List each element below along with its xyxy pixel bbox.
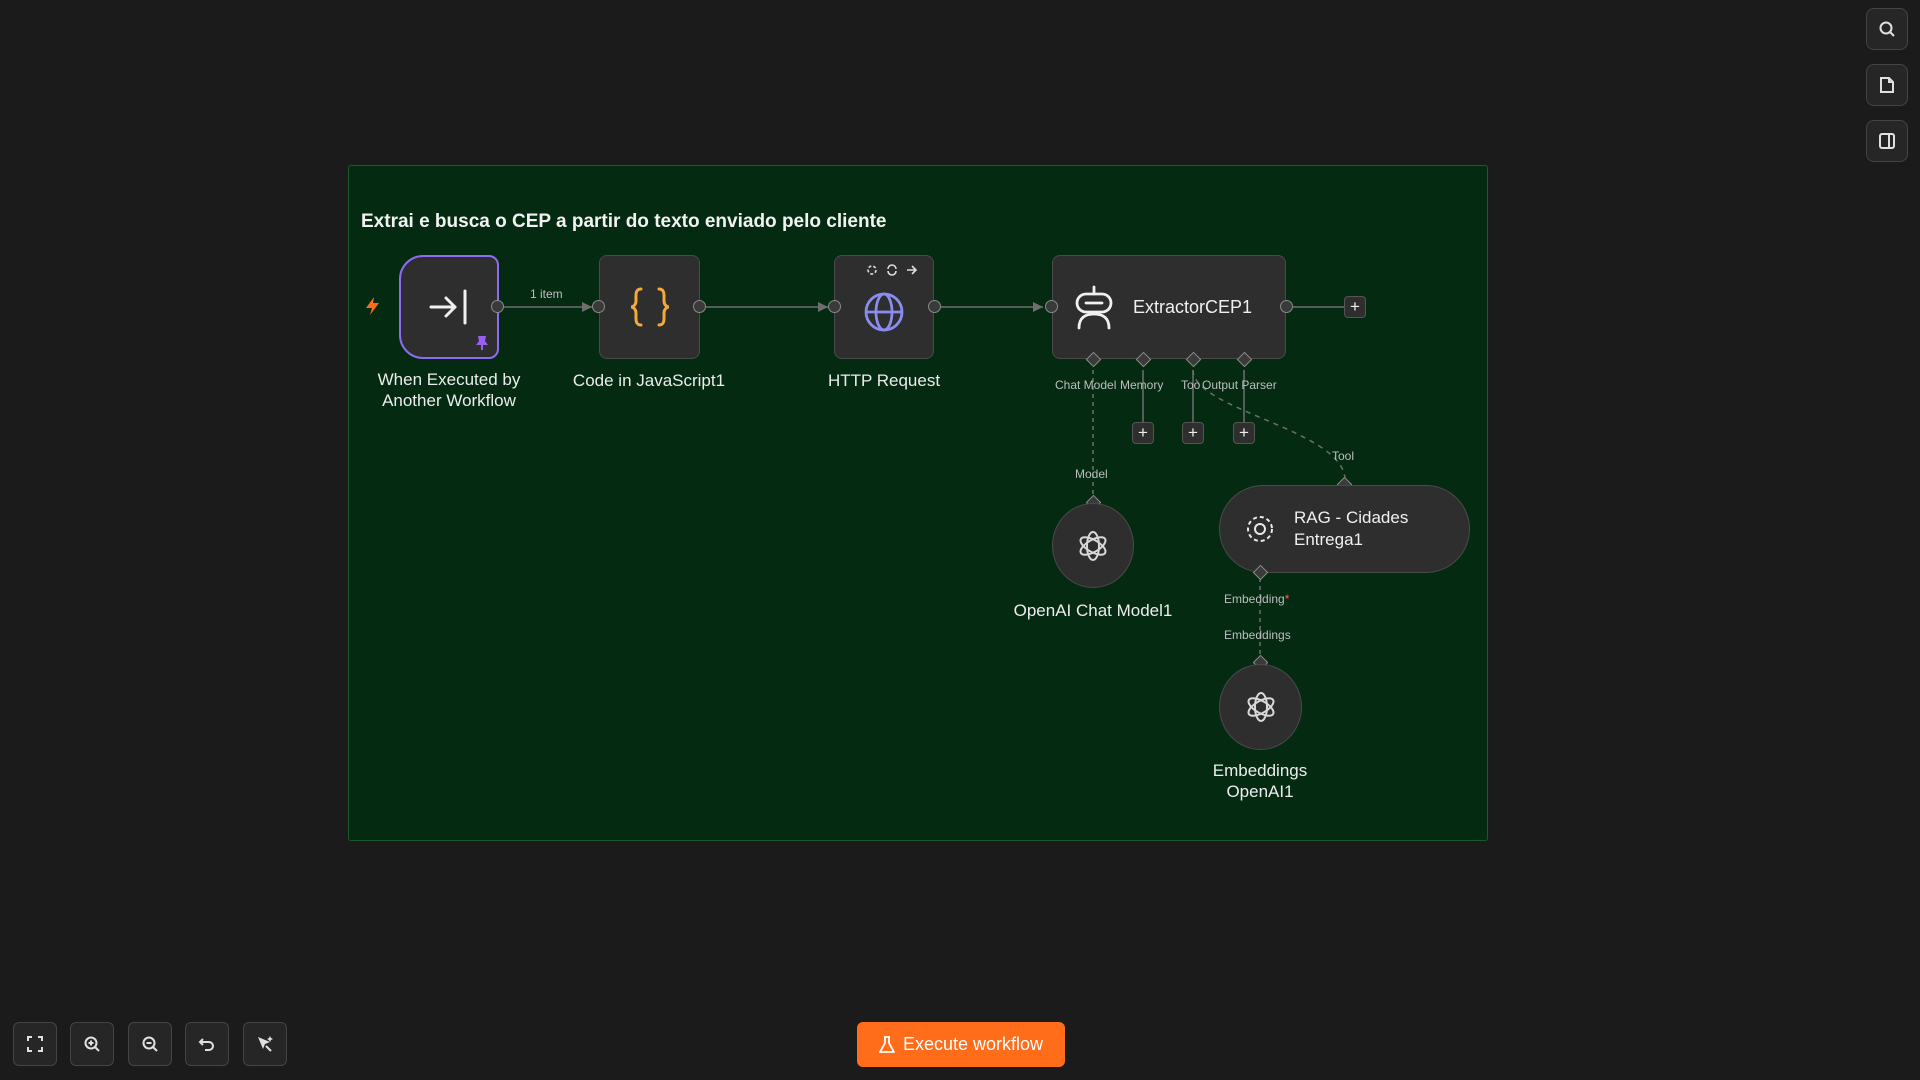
arrow-right-icon[interactable] (906, 264, 918, 276)
tidy-up-button[interactable] (243, 1022, 287, 1066)
memory-port-label: Memory (1120, 378, 1164, 392)
model-port-label: Model (1075, 467, 1108, 481)
trigger-output-port[interactable] (491, 300, 504, 313)
zoom-in-button[interactable] (70, 1022, 114, 1066)
node-openai-chat-model[interactable] (1052, 503, 1134, 588)
sticky-note-icon (1880, 77, 1894, 93)
execute-workflow-label: Execute workflow (902, 1034, 1044, 1054)
execute-workflow-button[interactable]: Execute workflow (857, 1022, 1065, 1067)
fit-view-icon (27, 1036, 43, 1052)
zoom-out-icon (142, 1036, 158, 1052)
globe-icon (864, 292, 904, 332)
panel-icon (1879, 133, 1895, 149)
add-tool-button[interactable]: + (1182, 422, 1204, 444)
agent-output-port[interactable] (1280, 300, 1293, 313)
refresh-icon[interactable] (886, 264, 898, 276)
node-label-code: Code in JavaScript1 (572, 371, 726, 390)
chat-model-port-label: Chat Model (1055, 378, 1117, 392)
agent-title: ExtractorCEP1 (1133, 296, 1253, 317)
node-embeddings-openai[interactable] (1219, 664, 1302, 750)
output-parser-port-label: Output Parser (1202, 378, 1277, 392)
node-label-http: HTTP Request (827, 371, 941, 390)
openai-icon (1079, 530, 1107, 561)
pin-icon (476, 336, 488, 350)
plugin-icon[interactable] (866, 264, 878, 276)
node-label-trigger: When Executed by Another Workflow (377, 370, 521, 410)
http-toolbar (866, 264, 918, 276)
search-button[interactable] (1866, 8, 1908, 50)
rag-tool-port-label: Tool (1332, 449, 1355, 463)
search-icon (1879, 21, 1895, 37)
sticky-note-title: Extrai e busca o CEP a partir do texto e… (361, 211, 887, 232)
embeddings-port-label: Embeddings (1224, 628, 1291, 642)
zoom-out-button[interactable] (128, 1022, 172, 1066)
tool-port-label: Tool (1181, 378, 1201, 392)
openai-icon (1247, 692, 1274, 722)
fit-view-button[interactable] (13, 1022, 57, 1066)
cleanup-icon (258, 1036, 273, 1052)
add-sticky-note-button[interactable] (1866, 64, 1908, 106)
node-when-executed-by-another-workflow[interactable] (399, 255, 499, 359)
connection-item-count: 1 item (530, 287, 563, 301)
zoom-in-icon (84, 1036, 100, 1052)
agent-input-port[interactable] (1045, 300, 1058, 313)
code-input-port[interactable] (592, 300, 605, 313)
node-label-openai-chat: OpenAI Chat Model1 (1013, 601, 1173, 620)
http-output-port[interactable] (928, 300, 941, 313)
workflow-canvas[interactable]: Extrai e busca o CEP a partir do texto e… (0, 0, 1920, 1080)
undo-button[interactable] (185, 1022, 229, 1066)
add-output-parser-button[interactable]: + (1233, 422, 1255, 444)
trigger-lightning-icon (364, 296, 382, 321)
curly-braces-icon (630, 287, 669, 327)
undo-icon (198, 1038, 214, 1051)
code-output-port[interactable] (693, 300, 706, 313)
toggle-panel-button[interactable] (1866, 120, 1908, 162)
flask-icon (879, 1035, 895, 1053)
vector-store-icon (1247, 516, 1273, 542)
add-memory-button[interactable]: + (1132, 422, 1154, 444)
node-extractor-cep[interactable]: ExtractorCEP1 (1052, 255, 1286, 359)
agent-add-next-button[interactable]: + (1344, 296, 1366, 318)
node-code-in-javascript[interactable] (599, 255, 700, 359)
robot-icon (1075, 285, 1113, 330)
http-input-port[interactable] (828, 300, 841, 313)
rag-title: RAG - Cidades Entrega1 (1294, 508, 1409, 549)
node-http-request[interactable] (834, 255, 934, 359)
node-rag-cidades-entrega[interactable]: RAG - Cidades Entrega1 (1219, 485, 1470, 573)
embedding-port-label: Embedding* (1224, 592, 1290, 606)
sign-in-arrow-icon (429, 289, 467, 325)
node-label-embeddings: Embeddings OpenAI1 (1212, 761, 1308, 801)
